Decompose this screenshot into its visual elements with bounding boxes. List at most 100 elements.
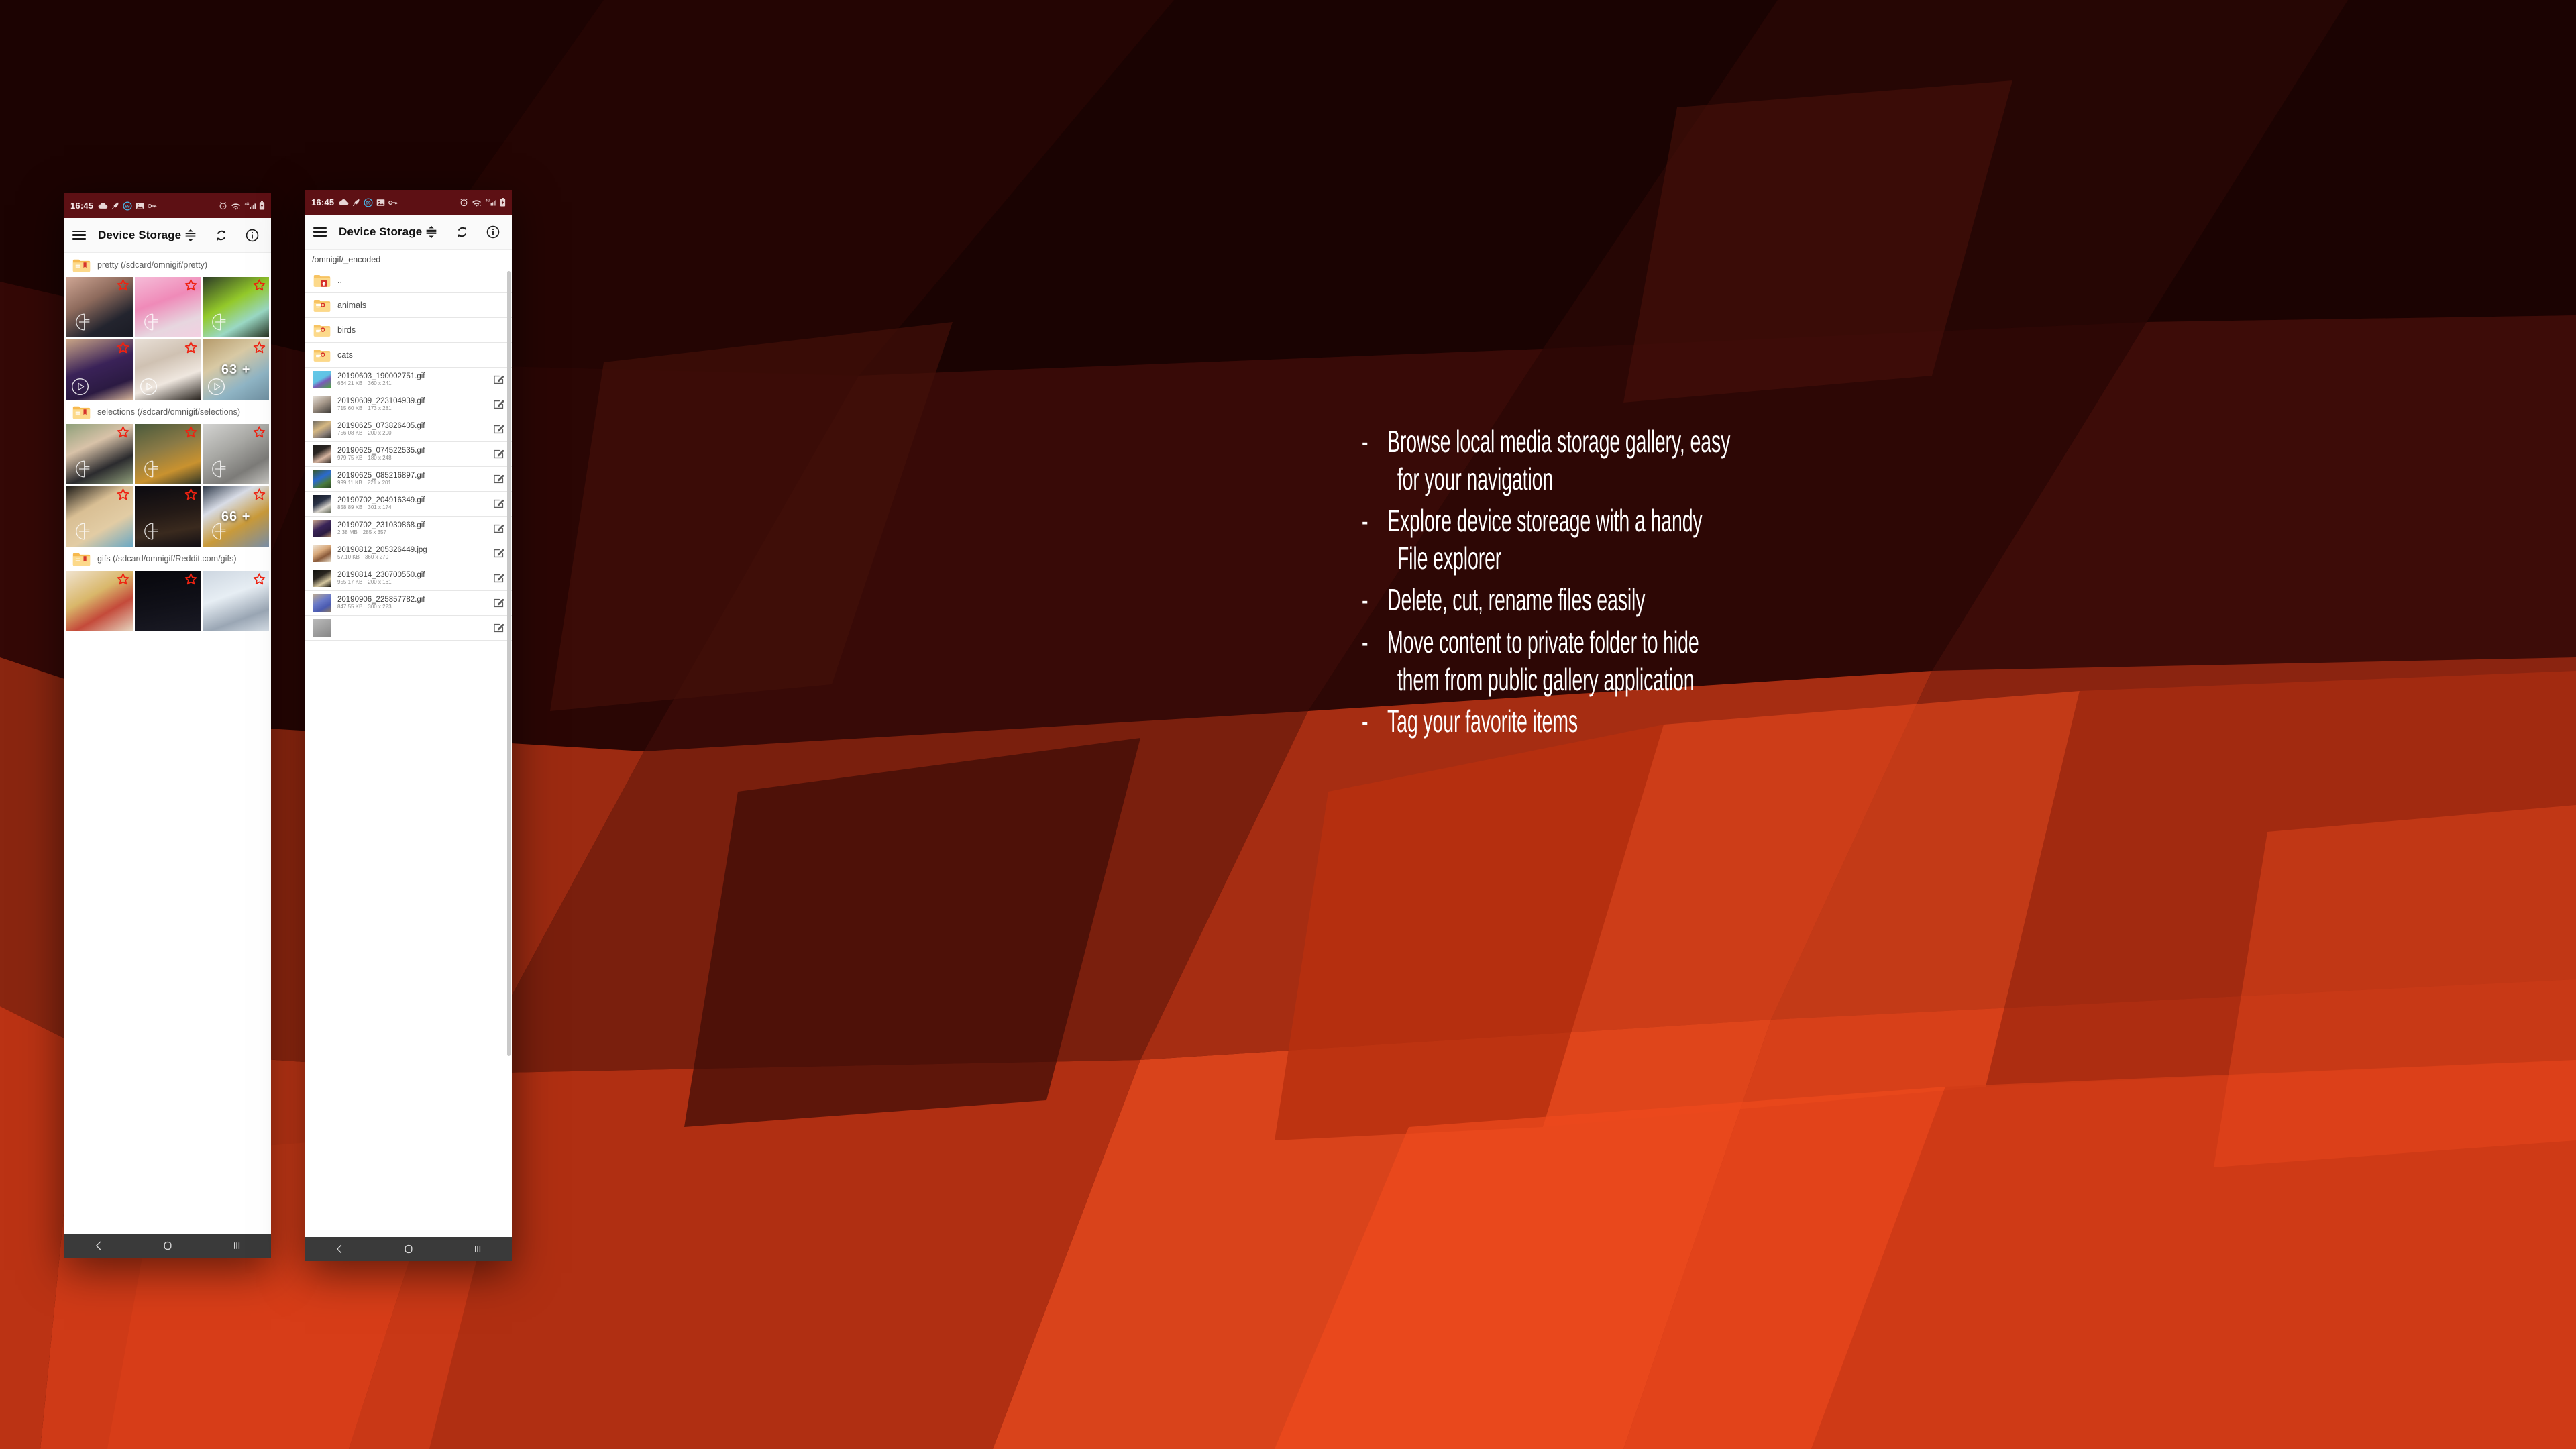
edit-pencil-icon[interactable]: [492, 397, 506, 412]
favorite-star-icon[interactable]: [117, 341, 129, 354]
file-row[interactable]: 20190625_074522535.gif 979.75 KB 180 x 248: [305, 442, 512, 467]
folder-header[interactable]: gifs (/sdcard/omnigif/Reddit.com/gifs): [64, 547, 271, 571]
gallery-thumbnail[interactable]: [203, 277, 269, 337]
gallery-thumbnail[interactable]: [66, 339, 133, 400]
gallery-thumbnail[interactable]: [66, 571, 133, 631]
status-right: 4G: [219, 201, 265, 210]
key-icon: [148, 203, 157, 209]
file-dimensions: 285 x 357: [362, 529, 386, 536]
gallery-thumbnail[interactable]: [134, 571, 201, 631]
edit-pencil-icon[interactable]: [492, 422, 506, 437]
info-icon[interactable]: [244, 227, 260, 244]
gallery-thumbnail[interactable]: [134, 277, 201, 337]
gallery-thumbnail[interactable]: [134, 424, 201, 484]
file-row[interactable]: 20190625_073826405.gif 756.08 KB 200 x 200: [305, 417, 512, 442]
refresh-icon[interactable]: [454, 224, 470, 240]
edit-pencil-icon[interactable]: [492, 521, 506, 536]
file-row[interactable]: 20190702_204916349.gif 858.89 KB 301 x 174: [305, 492, 512, 517]
watermark-icon: [140, 311, 163, 333]
svg-text:99: 99: [125, 204, 131, 209]
favorite-star-icon[interactable]: [117, 426, 129, 439]
favorite-star-icon[interactable]: [117, 573, 129, 586]
bullet-line-1: Tag your favorite items: [1387, 703, 1578, 739]
cloud-icon: [98, 202, 108, 209]
folder-birds[interactable]: birds: [305, 318, 512, 343]
gallery-thumbnail[interactable]: [203, 424, 269, 484]
gallery-thumbnail[interactable]: [134, 339, 201, 400]
gallery-thumbnail[interactable]: [66, 486, 133, 547]
edit-pencil-icon[interactable]: [492, 571, 506, 586]
edit-pencil-icon[interactable]: [492, 546, 506, 561]
folder-path-label: selections (/sdcard/omnigif/selections): [97, 407, 241, 417]
favorite-star-icon[interactable]: [117, 488, 129, 501]
file-row[interactable]: 20190702_231030868.gif 2.38 MB 285 x 357: [305, 517, 512, 541]
favorite-star-icon[interactable]: [184, 488, 197, 501]
home-icon[interactable]: [395, 1241, 422, 1257]
folder-animals[interactable]: animals: [305, 293, 512, 318]
favorite-star-icon[interactable]: [184, 426, 197, 439]
edit-pencil-icon[interactable]: [492, 447, 506, 462]
bullet-line-2: them from public gallery application: [1397, 661, 1695, 697]
file-thumbnail: [313, 594, 331, 612]
edit-pencil-icon[interactable]: [492, 372, 506, 387]
favorite-star-icon[interactable]: [184, 279, 197, 292]
hamburger-icon[interactable]: [72, 230, 86, 240]
back-icon[interactable]: [85, 1238, 112, 1254]
file-row-partial[interactable]: [305, 616, 512, 641]
home-icon[interactable]: [154, 1238, 181, 1254]
bullet-line-1: Explore device storeage with a handy: [1387, 503, 1703, 539]
folder-header[interactable]: selections (/sdcard/omnigif/selections): [64, 400, 271, 424]
play-icon[interactable]: [140, 378, 158, 396]
favorite-star-icon[interactable]: [184, 573, 197, 586]
hamburger-icon[interactable]: [313, 227, 327, 237]
svg-text:99: 99: [366, 201, 372, 205]
folder-cats[interactable]: cats: [305, 343, 512, 368]
favorite-star-icon[interactable]: [117, 279, 129, 292]
edit-pencil-icon[interactable]: [492, 496, 506, 511]
file-name: 20190814_230700550.gif: [337, 571, 425, 580]
file-row[interactable]: 20190609_223104939.gif 715.60 KB 173 x 281: [305, 392, 512, 417]
file-list-scroll-area[interactable]: /omnigif/_encoded .. animals birds cats 2019…: [305, 250, 512, 1237]
gallery-thumbnail[interactable]: 63 +: [203, 339, 269, 400]
gallery-thumbnail[interactable]: [134, 486, 201, 547]
favorite-star-icon[interactable]: [253, 573, 266, 586]
info-icon[interactable]: [485, 224, 501, 240]
file-thumbnail: [313, 421, 331, 438]
folder-up[interactable]: ..: [305, 268, 512, 293]
favorite-star-icon[interactable]: [253, 279, 266, 292]
folder-header[interactable]: pretty (/sdcard/omnigif/pretty): [64, 253, 271, 277]
vertical-scrollbar[interactable]: [507, 271, 511, 1056]
more-count-overlay: 66 +: [221, 508, 251, 524]
gallery-thumbnail[interactable]: [66, 277, 133, 337]
bullet-text: Tag your favorite items: [1387, 702, 2078, 740]
recents-icon[interactable]: [223, 1238, 250, 1254]
file-row[interactable]: 20190812_205326449.jpg 57.10 KB 360 x 270: [305, 541, 512, 566]
back-icon[interactable]: [326, 1241, 353, 1257]
recents-icon[interactable]: [464, 1241, 491, 1257]
edit-pencil-icon[interactable]: [492, 596, 506, 610]
sort-icon[interactable]: [182, 227, 199, 244]
thumbnail-grid: 66 +: [64, 424, 271, 547]
breadcrumb: /omnigif/_encoded: [305, 250, 512, 268]
edit-pencil-icon[interactable]: [492, 621, 506, 635]
refresh-icon[interactable]: [213, 227, 229, 244]
sort-icon[interactable]: [423, 224, 439, 240]
gallery-scroll-area[interactable]: pretty (/sdcard/omnigif/pretty) 63 + selec…: [64, 253, 271, 1234]
gallery-thumbnail[interactable]: 66 +: [203, 486, 269, 547]
key-icon: [388, 199, 398, 206]
file-thumbnail: [313, 570, 331, 587]
file-meta: 955.17 KB 200 x 161: [337, 580, 485, 585]
bullet-dash: -: [1362, 582, 1368, 618]
promo-canvas: 16:45 99 4G Device Storage pretty (/sdca…: [0, 0, 2576, 1449]
gallery-thumbnail[interactable]: [203, 571, 269, 631]
file-row[interactable]: 20190814_230700550.gif 955.17 KB 200 x 161: [305, 566, 512, 591]
gallery-thumbnail[interactable]: [66, 424, 133, 484]
play-icon[interactable]: [71, 378, 89, 396]
favorite-star-icon[interactable]: [253, 426, 266, 439]
wifi-icon: [472, 199, 482, 207]
favorite-star-icon[interactable]: [184, 341, 197, 354]
file-row[interactable]: 20190603_190002751.gif 664.21 KB 360 x 241: [305, 368, 512, 392]
edit-pencil-icon[interactable]: [492, 472, 506, 486]
file-row[interactable]: 20190906_225857782.gif 847.55 KB 300 x 223: [305, 591, 512, 616]
file-row[interactable]: 20190625_085216897.gif 999.11 KB 221 x 201: [305, 467, 512, 492]
